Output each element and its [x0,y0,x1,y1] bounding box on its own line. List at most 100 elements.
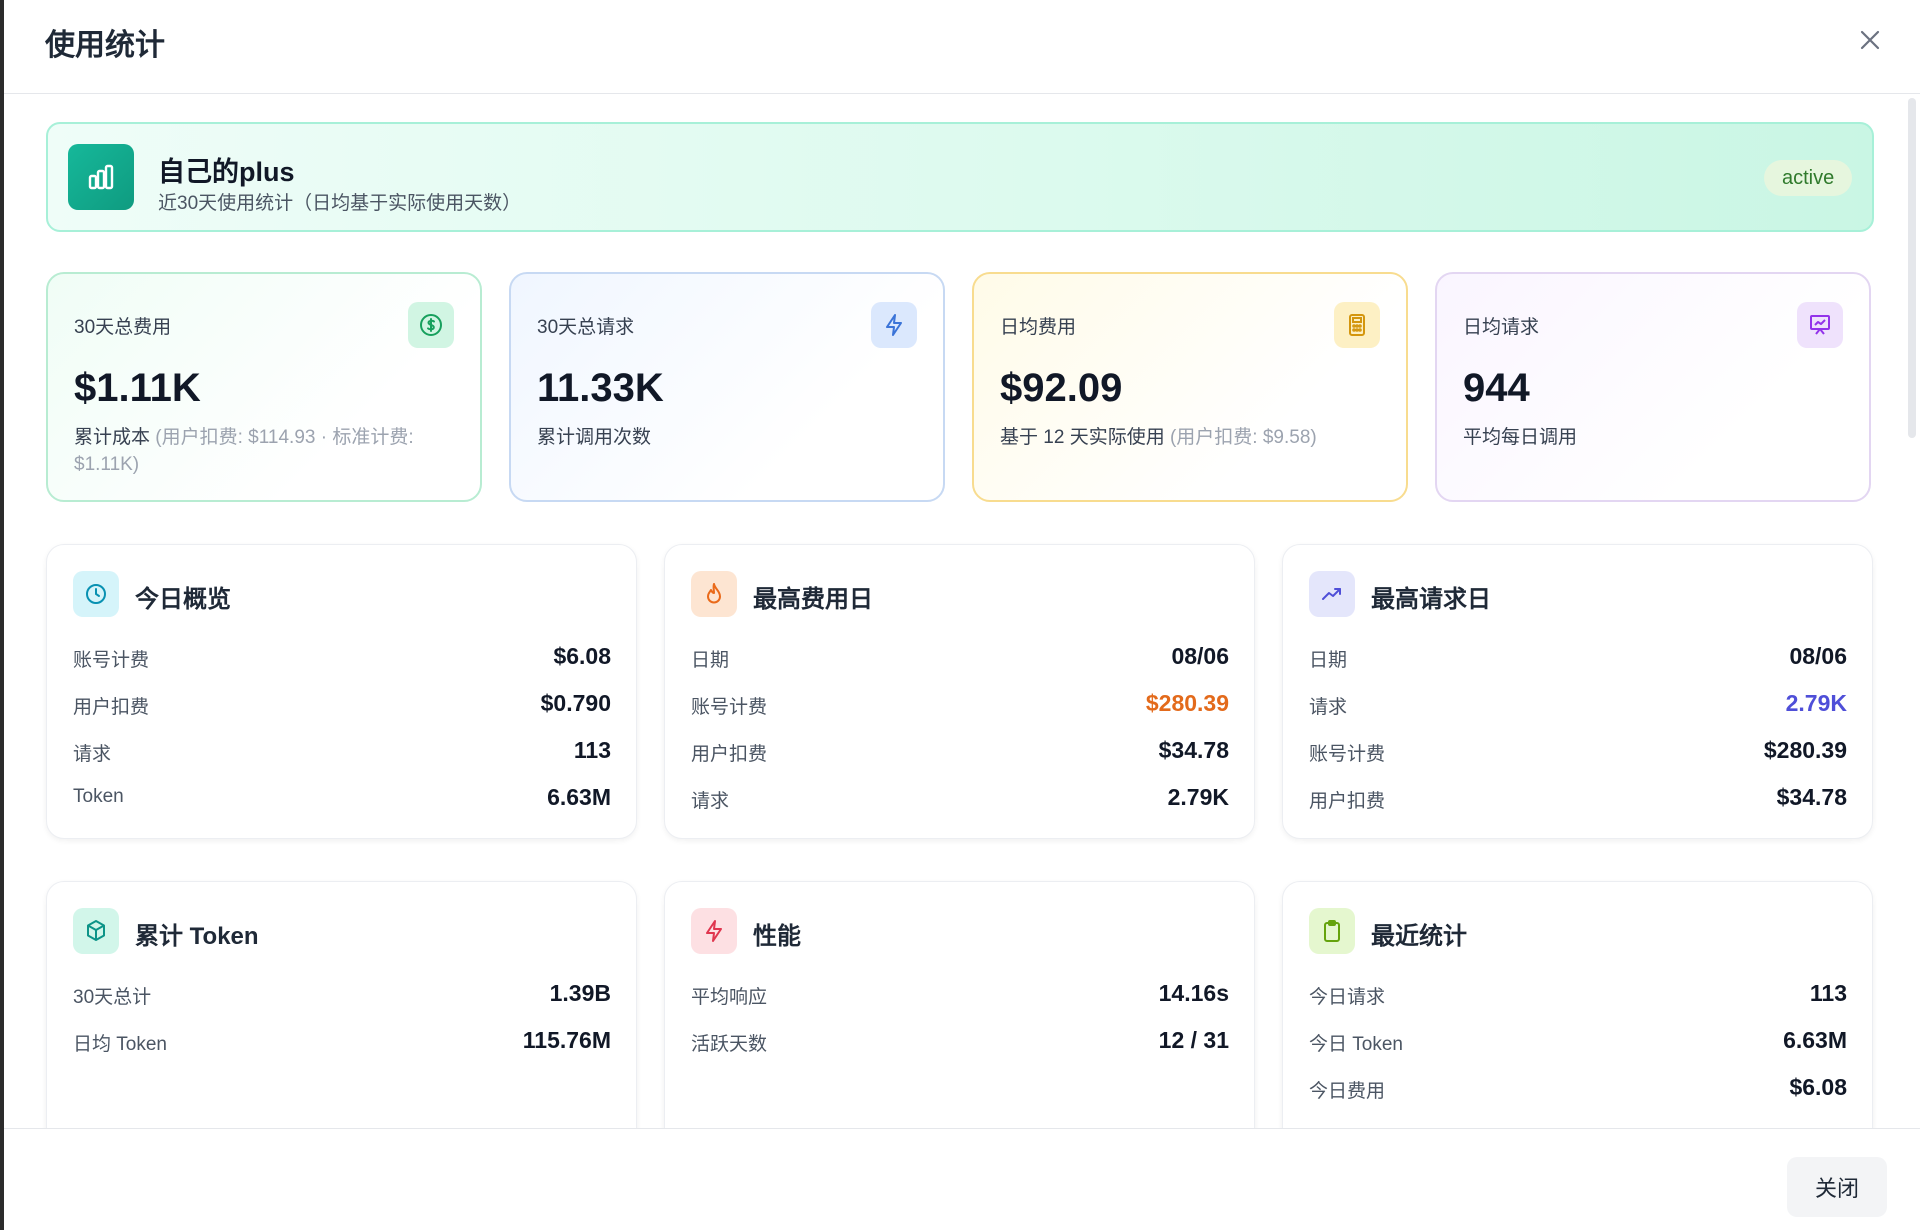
scrollbar-thumb[interactable] [1908,98,1916,438]
row-value: 12 / 31 [1158,1027,1229,1053]
stat-label: 30天总费用 [74,317,172,338]
card-row: 用户扣费 $34.78 [1309,784,1847,814]
trending-up-icon [1309,571,1355,617]
card-row: 用户扣费 $34.78 [691,737,1229,767]
stat-card-daily-requests: 日均请求 944 平均每日调用 [1435,272,1871,502]
card-peak-cost-day: 最高费用日 日期 08/06 账号计费 $280.39 用户扣费 $34.78 请求 2… [664,544,1255,839]
row-value: 14.16s [1158,980,1229,1006]
account-banner: 自己的plus 近30天使用统计（日均基于实际使用天数） active [46,122,1874,232]
dialog-body: 自己的plus 近30天使用统计（日均基于实际使用天数） active 30天总… [4,94,1904,1128]
card-row: 今日 Token 6.63M [1309,1027,1847,1057]
card-row: 账号计费 $280.39 [691,690,1229,720]
row-value: 2.79K [1785,690,1847,716]
stat-card-daily-cost: 日均费用 $92.09 基于 12 天实际使用 (用户扣费: $9.58) [972,272,1408,502]
flame-icon [691,571,737,617]
stat-desc-muted: (用户扣费: $9.58) [1169,427,1317,448]
card-row: 30天总计 1.39B [73,980,611,1010]
row-label: 今日 Token [1309,1034,1403,1055]
stat-description: 平均每日调用 [1463,424,1853,451]
row-label: 账号计费 [691,697,768,718]
stat-card-total-cost: 30天总费用 $1.11K 累计成本 (用户扣费: $114.93 · 标准计费… [46,272,482,502]
dollar-icon [408,302,454,348]
dialog-footer: 关闭 [4,1128,1920,1230]
row-value: 113 [1809,980,1847,1006]
row-value: $34.78 [1776,784,1847,810]
row-label: Token [73,786,124,807]
card-row: Token 6.63M [73,784,611,814]
row-value: 08/06 [1171,643,1229,669]
presentation-chart-icon [1797,302,1843,348]
stat-description: 累计调用次数 [537,424,927,451]
stat-value: $92.09 [1000,366,1123,410]
account-subtitle: 近30天使用统计（日均基于实际使用天数） [158,193,522,214]
card-cumulative-token: 累计 Token 30天总计 1.39B 日均 Token 115.76M [46,881,637,1128]
row-value: 2.79K [1167,784,1229,810]
row-value: $6.08 [553,643,611,669]
row-label: 平均响应 [691,987,768,1008]
row-value: 115.76M [522,1027,611,1053]
row-value: 08/06 [1789,643,1847,669]
row-label: 活跃天数 [691,1034,768,1055]
status-badge: active [1764,160,1853,196]
row-label: 日期 [691,650,730,671]
row-label: 用户扣费 [73,697,150,718]
row-label: 今日请求 [1309,987,1386,1008]
stat-label: 30天总请求 [537,317,635,338]
calculator-icon [1334,302,1380,348]
card-row: 今日请求 113 [1309,980,1847,1010]
stat-card-total-requests: 30天总请求 11.33K 累计调用次数 [509,272,945,502]
stat-desc-text: 基于 12 天实际使用 [1000,427,1165,448]
account-name: 自己的plus [158,157,295,187]
card-title: 最高请求日 [1371,586,1491,613]
row-label: 30天总计 [73,987,152,1008]
row-label: 用户扣费 [1309,791,1386,812]
card-title: 今日概览 [135,586,231,613]
card-row: 今日费用 $6.08 [1309,1074,1847,1104]
row-value: 113 [573,737,611,763]
stat-description: 基于 12 天实际使用 (用户扣费: $9.58) [1000,424,1390,451]
cube-icon [73,908,119,954]
row-value: $280.39 [1145,690,1229,716]
bar-chart-icon [68,144,134,210]
row-label: 请求 [691,791,730,812]
close-icon[interactable] [1852,22,1888,58]
stat-desc-text: 累计成本 [74,427,151,448]
row-label: 请求 [73,744,112,765]
row-value: $0.790 [540,690,611,716]
stat-description: 累计成本 (用户扣费: $114.93 · 标准计费: $1.11K) [74,424,464,478]
card-row: 平均响应 14.16s [691,980,1229,1010]
row-label: 账号计费 [73,650,150,671]
stat-value: 944 [1463,366,1530,410]
row-value: 1.39B [549,980,611,1006]
close-button[interactable]: 关闭 [1787,1157,1887,1217]
card-peak-request-day: 最高请求日 日期 08/06 请求 2.79K 账号计费 $280.39 用户扣费 $3… [1282,544,1873,839]
stat-value: $1.11K [74,366,201,410]
card-row: 用户扣费 $0.790 [73,690,611,720]
clipboard-icon [1309,908,1355,954]
card-title: 最高费用日 [753,586,873,613]
card-title: 最近统计 [1371,923,1467,950]
card-row: 账号计费 $6.08 [73,643,611,673]
bolt-icon [871,302,917,348]
card-title: 累计 Token [135,923,259,950]
row-label: 日均 Token [73,1034,167,1055]
card-today-overview: 今日概览 账号计费 $6.08 用户扣费 $0.790 请求 113 Token 6.6… [46,544,637,839]
row-value: $280.39 [1763,737,1847,763]
card-row: 请求 113 [73,737,611,767]
row-value: $34.78 [1158,737,1229,763]
card-row: 账号计费 $280.39 [1309,737,1847,767]
row-label: 用户扣费 [691,744,768,765]
card-recent-stats: 最近统计 今日请求 113 今日 Token 6.63M 今日费用 $6.08 [1282,881,1873,1128]
bolt-icon [691,908,737,954]
dialog-title: 使用统计 [45,29,165,62]
card-row: 请求 2.79K [1309,690,1847,720]
card-title: 性能 [753,923,801,950]
row-value: $6.08 [1789,1074,1847,1100]
row-label: 日期 [1309,650,1348,671]
card-row: 日期 08/06 [1309,643,1847,673]
dialog-header: 使用统计 [4,0,1920,94]
row-label: 请求 [1309,697,1348,718]
row-value: 6.63M [547,784,611,810]
card-row: 日均 Token 115.76M [73,1027,611,1057]
usage-stats-dialog: 使用统计 自己的plus 近30天使用统计（日均基于实际使用天数） active… [0,0,1920,1230]
